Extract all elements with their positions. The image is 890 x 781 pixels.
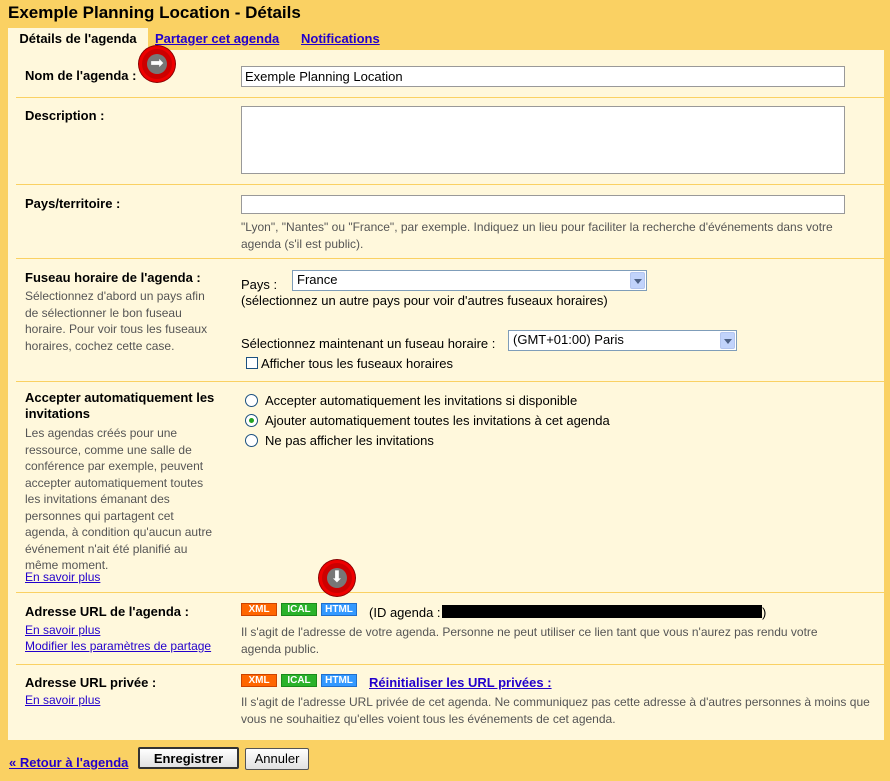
chevron-down-icon[interactable] [630,272,645,289]
timezone-select-label: Sélectionnez maintenant un fuseau horair… [241,336,496,351]
divider [16,97,884,98]
show-all-timezones-label: Afficher tous les fuseaux horaires [261,356,453,371]
ical-badge[interactable]: ICAL [281,603,317,616]
redacted-calendar-id [442,605,762,618]
divider [16,184,884,185]
country-select-label: Pays : [241,277,278,292]
timezone-help: Sélectionnez d'abord un pays afin de sél… [25,289,208,353]
html-badge[interactable]: HTML [321,674,357,687]
radio-label: Ne pas afficher les invitations [265,433,434,448]
arrow-right-icon: ➡ [150,55,164,72]
learn-more-link[interactable]: En savoir plus [25,623,100,637]
ical-badge[interactable]: ICAL [281,674,317,687]
timezone-select-value: (GMT+01:00) Paris [513,332,624,347]
tab-notifications[interactable]: Notifications [301,28,380,50]
xml-badge[interactable]: XML [241,674,277,687]
country-select-hint: (sélectionnez un autre pays pour voir d'… [241,293,608,308]
calendar-id-suffix: ) [762,605,767,620]
learn-more-link[interactable]: En savoir plus [25,693,100,707]
description-label: Description : [25,108,105,123]
marker-arrow-icon: ➡ [139,46,175,82]
calendar-url-hint: Il s'agit de l'adresse de votre agenda. … [241,625,818,656]
timezone-label: Fuseau horaire de l'agenda : [25,270,201,285]
radio-accept-if-available[interactable] [245,394,258,407]
tab-share[interactable]: Partager cet agenda [155,28,279,50]
calendar-id-prefix: (ID agenda : [369,605,441,620]
country-select[interactable]: France [292,270,647,291]
country-input[interactable] [241,195,845,214]
divider [16,381,884,382]
back-to-calendar-link[interactable]: « Retour à l'agenda [9,755,128,770]
calendar-name-label: Nom de l'agenda : [25,68,137,83]
radio-hide-invitations[interactable] [245,434,258,447]
country-select-value: France [297,272,338,287]
calendar-url-label: Adresse URL de l'agenda : [25,604,189,619]
divider [16,664,884,665]
country-label: Pays/territoire : [25,196,121,211]
html-badge[interactable]: HTML [321,603,357,616]
country-hint: "Lyon", "Nantes" ou "France", par exempl… [241,220,833,251]
reset-private-urls-link[interactable]: Réinitialiser les URL privées : [369,675,552,690]
radio-label: Accepter automatiquement les invitations… [265,393,578,408]
settings-panel: Nom de l'agenda : Exemple Planning Locat… [8,46,884,740]
page-title: Exemple Planning Location - Détails [8,3,301,22]
chevron-down-icon[interactable] [720,332,735,349]
auto-accept-label: Accepter automatiquement les invitations [25,390,215,421]
timezone-select[interactable]: (GMT+01:00) Paris [508,330,737,351]
arrow-down-icon: ⬇ [330,569,344,586]
tab-details[interactable]: Détails de l'agenda [8,28,148,50]
xml-badge[interactable]: XML [241,603,277,616]
divider [16,592,884,593]
description-textarea[interactable] [241,106,845,174]
marker-arrow-icon: ⬇ [319,560,355,596]
calendar-name-input[interactable]: Exemple Planning Location [241,66,845,87]
private-url-hint: Il s'agit de l'adresse URL privée de cet… [241,695,870,726]
radio-add-all-invitations[interactable] [245,414,258,427]
sharing-settings-link[interactable]: Modifier les paramètres de partage [25,639,211,653]
divider [16,258,884,259]
cancel-button[interactable]: Annuler [245,748,309,770]
radio-label: Ajouter automatiquement toutes les invit… [265,413,610,428]
show-all-timezones-checkbox[interactable] [246,357,258,369]
auto-accept-help: Les agendas créés pour une ressource, co… [25,426,213,572]
learn-more-link[interactable]: En savoir plus [25,570,100,584]
private-url-label: Adresse URL privée : [25,675,157,690]
save-button[interactable]: Enregistrer [138,747,239,769]
